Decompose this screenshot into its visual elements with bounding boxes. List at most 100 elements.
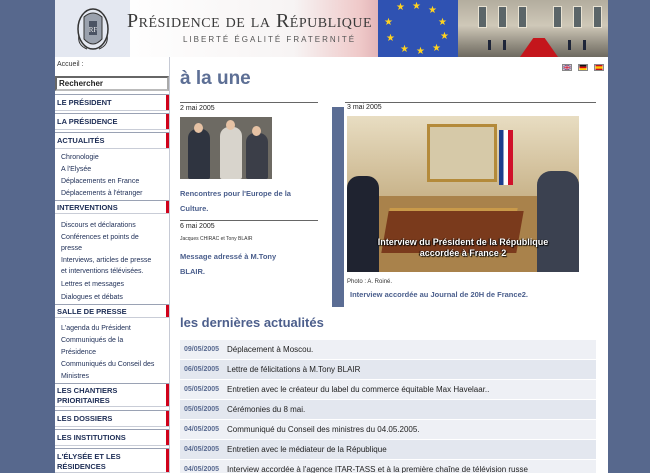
nav-item-conferences-cont[interactable]: presse <box>61 243 169 254</box>
rf-emblem-icon[interactable]: RF <box>75 5 111 53</box>
nav-dossiers[interactable]: LES DOSSIERS <box>55 410 169 427</box>
news-title[interactable]: Entretien avec le médiateur de la Républ… <box>227 445 387 454</box>
photo-person <box>188 129 210 179</box>
nav-item-communiques-conseil-cont[interactable]: Ministres <box>61 371 169 382</box>
divider <box>180 102 318 103</box>
nav-elysee-line2: RÉSIDENCES <box>57 462 106 471</box>
nav-elysee-residences[interactable]: L'ÉLYSÉE ET LES RÉSIDENCES <box>55 448 169 473</box>
guard <box>488 40 491 50</box>
latest-news-heading: les dernières actualités <box>180 315 324 330</box>
photo-person <box>246 133 268 179</box>
news-row[interactable]: 06/05/2005 Lettre de félicitations à M.To… <box>180 360 596 380</box>
nav-salle-de-presse[interactable]: SALLE DE PRESSE <box>55 304 169 318</box>
french-flag-icon <box>499 130 513 185</box>
site-motto: LIBERTÉ ÉGALITÉ FRATERNITÉ <box>183 35 357 44</box>
link-line: Culture. <box>180 204 209 213</box>
news-title[interactable]: Lettre de félicitations à M.Tony BLAIR <box>227 365 360 374</box>
news-row[interactable]: 04/05/2005 Entretien avec le médiateur de… <box>180 440 596 460</box>
news-date: 04/05/2005 <box>184 466 220 473</box>
sidebar: Accueil : Rechercher LE PRÉSIDENT LA PRÉ… <box>55 57 170 473</box>
video-overlay-text: Interview du Président de la République … <box>347 237 579 259</box>
photo-face <box>226 120 235 130</box>
europe-culture-photo[interactable] <box>180 117 272 179</box>
nav-item-conferences[interactable]: Conférences et points de <box>61 232 169 243</box>
news-row[interactable]: 04/05/2005 Communiqué du Conseil des mini… <box>180 420 596 440</box>
nav-actualites[interactable]: ACTUALITÉS <box>55 132 169 149</box>
palace-window <box>498 6 507 28</box>
eu-star-icon: ★ <box>438 17 447 28</box>
nav-item-deplacements-etranger[interactable]: Déplacements à l'étranger <box>61 188 169 199</box>
news-title[interactable]: Déplacement à Moscou. <box>227 345 313 354</box>
search-button[interactable]: Rechercher <box>55 76 169 91</box>
english-flag-icon[interactable] <box>562 64 572 71</box>
interview-france2-photo[interactable]: Interview du Président de la République … <box>347 116 579 272</box>
palace-window <box>573 6 582 28</box>
news-title[interactable]: Entretien avec le créateur du label du c… <box>227 385 489 394</box>
nav-item-dialogues[interactable]: Dialogues et débats <box>61 292 169 303</box>
article-link-interview-france2[interactable]: Interview accordée au Journal de 20H de … <box>350 290 528 299</box>
nav-item-discours[interactable]: Discours et déclarations <box>61 220 169 231</box>
eu-star-icon: ★ <box>428 5 437 16</box>
news-date: 04/05/2005 <box>184 426 220 433</box>
svg-text:RF: RF <box>89 26 98 34</box>
news-date: 05/05/2005 <box>184 406 220 413</box>
palace-window <box>553 6 562 28</box>
nav-institutions[interactable]: LES INSTITUTIONS <box>55 429 169 446</box>
nav-item-agenda[interactable]: L'agenda du Président <box>61 323 169 334</box>
overlay-line: accordée à France 2 <box>419 248 507 258</box>
photo-face <box>194 123 203 133</box>
news-row[interactable]: 05/05/2005 Entretien avec le créateur du … <box>180 380 596 400</box>
article-date: 2 mai 2005 <box>180 105 215 112</box>
article-link-europe-culture[interactable]: Rencontres pour l'Europe de la Culture. <box>180 186 291 216</box>
news-title[interactable]: Interview accordée à l'agence ITAR-TASS … <box>227 465 528 473</box>
photo-face <box>252 126 261 136</box>
nav-item-interviews[interactable]: Interviews, articles de presse <box>61 255 169 266</box>
news-date: 06/05/2005 <box>184 366 220 373</box>
eu-star-icon: ★ <box>416 46 425 57</box>
news-date: 09/05/2005 <box>184 346 220 353</box>
nav-interventions[interactable]: INTERVENTIONS <box>55 200 169 214</box>
news-list: 09/05/2005 Déplacement à Moscou. 06/05/20… <box>180 340 596 473</box>
nav-item-deplacements-france[interactable]: Déplacements en France <box>61 176 169 187</box>
red-carpet <box>520 38 558 57</box>
eu-star-icon: ★ <box>396 2 405 13</box>
breadcrumb-accueil[interactable]: Accueil : <box>57 61 83 68</box>
nav-chantiers-line1: LES CHANTIERS <box>57 386 118 395</box>
link-line: Message adressé à M.Tony <box>180 252 277 261</box>
news-title[interactable]: Communiqué du Conseil des ministres du 0… <box>227 425 420 434</box>
nav-le-president[interactable]: LE PRÉSIDENT <box>55 94 169 111</box>
palace-window <box>593 6 602 28</box>
nav-chantiers[interactable]: LES CHANTIERS PRIORITAIRES <box>55 383 169 407</box>
news-row[interactable]: 04/05/2005 Interview accordée à l'agence … <box>180 460 596 473</box>
nav-item-communiques-conseil[interactable]: Communiqués du Conseil des <box>61 359 169 370</box>
page: RF Présidence de la République LIBERTÉ É… <box>55 0 608 473</box>
news-date: 04/05/2005 <box>184 446 220 453</box>
elysee-palace-photo <box>458 0 608 57</box>
article-link-tony-blair[interactable]: Message adressé à M.Tony BLAIR. <box>180 249 276 279</box>
feature-side-bar <box>332 107 344 307</box>
guard <box>568 40 571 50</box>
nav-item-chronologie[interactable]: Chronologie <box>61 152 169 163</box>
news-title[interactable]: Cérémonies du 8 mai. <box>227 405 305 414</box>
nav-elysee-line1: L'ÉLYSÉE ET LES <box>57 452 121 461</box>
news-row[interactable]: 05/05/2005 Cérémonies du 8 mai. <box>180 400 596 420</box>
guard <box>503 40 506 50</box>
nav-item-communiques-presidence[interactable]: Communiqués de la <box>61 335 169 346</box>
site-title[interactable]: Présidence de la République <box>127 10 372 33</box>
palace-window <box>518 6 527 28</box>
nav-item-elysee[interactable]: A l'Elysée <box>61 164 169 175</box>
nav-chantiers-line2: PRIORITAIRES <box>57 396 110 405</box>
german-flag-icon[interactable] <box>578 64 588 71</box>
nav-item-interviews-cont[interactable]: et interventions télévisées. <box>61 266 169 277</box>
eu-flag-stars: ★ ★ ★ ★ ★ ★ ★ ★ ★ ★ <box>378 0 458 57</box>
link-line: Rencontres pour l'Europe de la <box>180 189 291 198</box>
photo-person <box>220 127 242 179</box>
spanish-flag-icon[interactable] <box>594 64 604 71</box>
nav-la-presidence[interactable]: LA PRÉSIDENCE <box>55 113 169 130</box>
nav-item-lettres[interactable]: Lettres et messages <box>61 279 169 290</box>
nav-item-communiques-presidence-cont[interactable]: Présidence <box>61 347 169 358</box>
page-title: à la une <box>180 68 251 89</box>
divider <box>345 102 596 103</box>
photo-credit: Photo : A. Roiné. <box>347 279 393 285</box>
news-row[interactable]: 09/05/2005 Déplacement à Moscou. <box>180 340 596 360</box>
